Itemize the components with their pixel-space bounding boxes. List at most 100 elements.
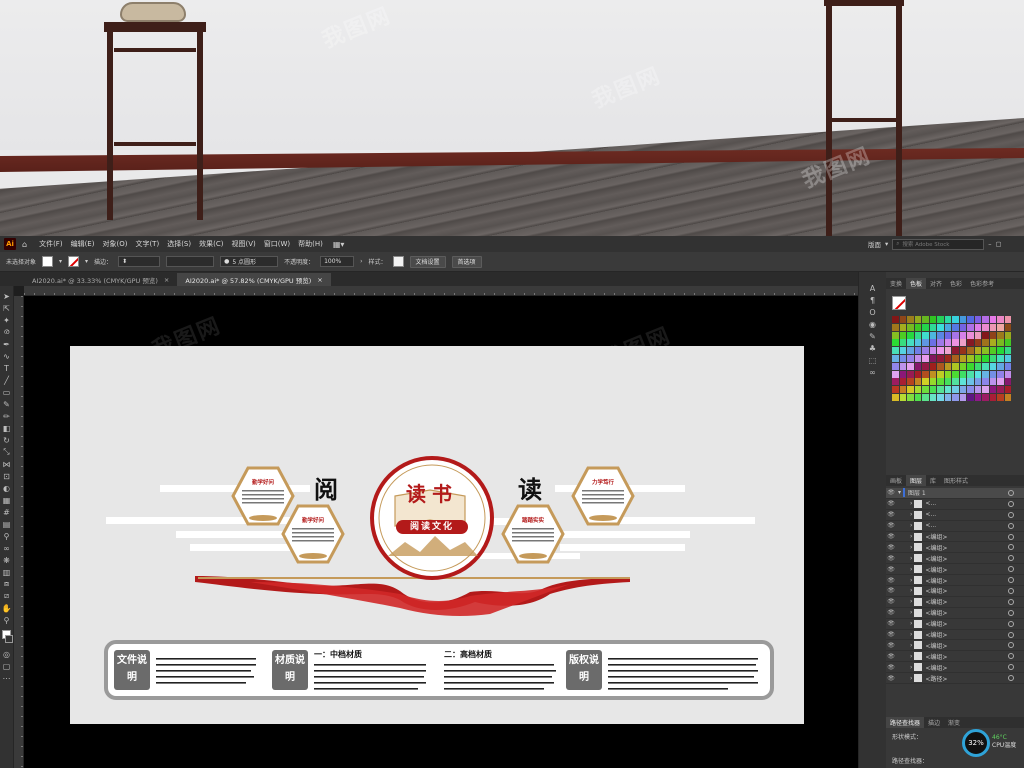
swatch[interactable] — [892, 370, 899, 378]
swatch[interactable] — [914, 347, 922, 355]
target-icon[interactable] — [1008, 566, 1014, 573]
swatch[interactable] — [937, 331, 944, 339]
chevron-right-icon[interactable]: › — [910, 533, 912, 540]
chevron-right-icon[interactable]: › — [910, 631, 912, 638]
swatch[interactable] — [982, 347, 989, 355]
swatch[interactable] — [974, 331, 982, 339]
swatch[interactable] — [982, 355, 989, 362]
swatch[interactable] — [899, 362, 907, 370]
swatch[interactable] — [922, 339, 929, 347]
swatch[interactable] — [907, 323, 914, 331]
swatch[interactable] — [952, 394, 959, 401]
swatch[interactable] — [974, 339, 982, 347]
layer-row[interactable]: 👁 › <编组> — [886, 586, 1024, 597]
target-icon[interactable] — [1008, 555, 1014, 562]
swatch[interactable] — [967, 323, 974, 331]
swatch[interactable] — [952, 323, 959, 331]
swatch[interactable] — [982, 316, 989, 323]
swatch[interactable] — [989, 378, 997, 386]
swatch[interactable] — [922, 316, 929, 323]
swatch[interactable] — [959, 339, 967, 347]
swatch[interactable] — [1004, 323, 1012, 331]
swatch[interactable] — [1004, 339, 1012, 347]
magic-wand-tool-icon[interactable]: ✦ — [1, 314, 13, 326]
swatch[interactable] — [959, 323, 967, 331]
chevron-right-icon[interactable]: › — [910, 642, 912, 649]
swatch[interactable] — [929, 355, 937, 362]
chevron-right-icon[interactable]: › — [910, 598, 912, 605]
swatch[interactable] — [982, 386, 989, 394]
swatch[interactable] — [929, 331, 937, 339]
workspace-switcher[interactable]: 版面 — [868, 239, 881, 249]
fill-swatch[interactable] — [42, 256, 54, 267]
swatch[interactable] — [967, 339, 974, 347]
swatch[interactable] — [907, 386, 914, 394]
line-tool-icon[interactable]: ╱ — [1, 374, 13, 386]
gradient-tool-icon[interactable]: ▤ — [1, 518, 13, 530]
swatch[interactable] — [929, 362, 937, 370]
tab-gradient[interactable]: 渐变 — [944, 717, 964, 728]
eye-icon[interactable]: 👁 — [886, 675, 896, 682]
swatch[interactable] — [944, 378, 952, 386]
swatch[interactable] — [907, 378, 914, 386]
swatch[interactable] — [922, 378, 929, 386]
swatch[interactable] — [967, 355, 974, 362]
swatch[interactable] — [907, 339, 914, 347]
eye-icon[interactable]: 👁 — [886, 587, 896, 594]
swatch[interactable] — [959, 394, 967, 401]
swatch[interactable] — [907, 394, 914, 401]
width-tool-icon[interactable]: ⋈ — [1, 458, 13, 470]
swatch[interactable] — [1004, 316, 1012, 323]
swatch[interactable] — [1004, 394, 1012, 401]
swatch[interactable] — [1004, 370, 1012, 378]
swatch-grid[interactable] — [892, 316, 1012, 402]
swatch[interactable] — [952, 362, 959, 370]
swatch[interactable] — [997, 394, 1004, 401]
variable-width-select[interactable] — [166, 256, 215, 267]
lasso-tool-icon[interactable]: ര — [1, 326, 13, 338]
swatch[interactable] — [974, 355, 982, 362]
eye-icon[interactable]: 👁 — [886, 544, 896, 551]
swatch[interactable] — [967, 378, 974, 386]
swatch[interactable] — [914, 355, 922, 362]
swatch[interactable] — [944, 386, 952, 394]
swatch[interactable] — [967, 394, 974, 401]
chevron-right-icon[interactable]: › — [910, 664, 912, 671]
minimize-icon[interactable]: – — [988, 240, 991, 248]
symbol-sprayer-tool-icon[interactable]: ❋ — [1, 554, 13, 566]
shape-builder-tool-icon[interactable]: ◐ — [1, 482, 13, 494]
target-icon[interactable] — [1008, 664, 1014, 671]
swatch[interactable] — [892, 362, 899, 370]
swatch[interactable] — [967, 331, 974, 339]
swatch[interactable] — [899, 394, 907, 401]
layer-row-top[interactable]: 👁 ▾ 图层 1 — [886, 488, 1024, 499]
swatch[interactable] — [982, 378, 989, 386]
swatch[interactable] — [937, 339, 944, 347]
chevron-right-icon[interactable]: › — [910, 522, 912, 529]
target-icon[interactable] — [1008, 500, 1014, 507]
layer-row[interactable]: 👁 › <编组> — [886, 640, 1024, 652]
chevron-right-icon[interactable]: › — [910, 511, 912, 518]
document-setup-button[interactable]: 文档设置 — [409, 255, 446, 268]
stock-search-input[interactable]: ⌕ 搜索 Adobe Stock — [892, 238, 985, 250]
swatch[interactable] — [914, 316, 922, 323]
swatch[interactable] — [907, 331, 914, 339]
swatch[interactable] — [944, 370, 952, 378]
swatch[interactable] — [899, 331, 907, 339]
horizontal-ruler[interactable] — [24, 286, 858, 296]
arrange-documents-icon[interactable]: ▦▾ — [333, 240, 345, 249]
swatch[interactable] — [907, 347, 914, 355]
chevron-down-icon[interactable]: ▾ — [59, 258, 62, 265]
chevron-right-icon[interactable]: › — [910, 587, 912, 594]
swatch[interactable] — [952, 386, 959, 394]
target-icon[interactable] — [1008, 620, 1014, 627]
swatch[interactable] — [967, 347, 974, 355]
swatch[interactable] — [989, 316, 997, 323]
opacity-input[interactable]: 100% — [320, 256, 355, 267]
menu-select[interactable]: 选择(S) — [163, 239, 195, 249]
eye-icon[interactable]: 👁 — [886, 631, 896, 638]
opentype-panel-icon[interactable]: O — [867, 306, 879, 318]
layer-row[interactable]: 👁 › <... — [886, 510, 1024, 521]
swatch[interactable] — [967, 316, 974, 323]
swatch[interactable] — [989, 355, 997, 362]
